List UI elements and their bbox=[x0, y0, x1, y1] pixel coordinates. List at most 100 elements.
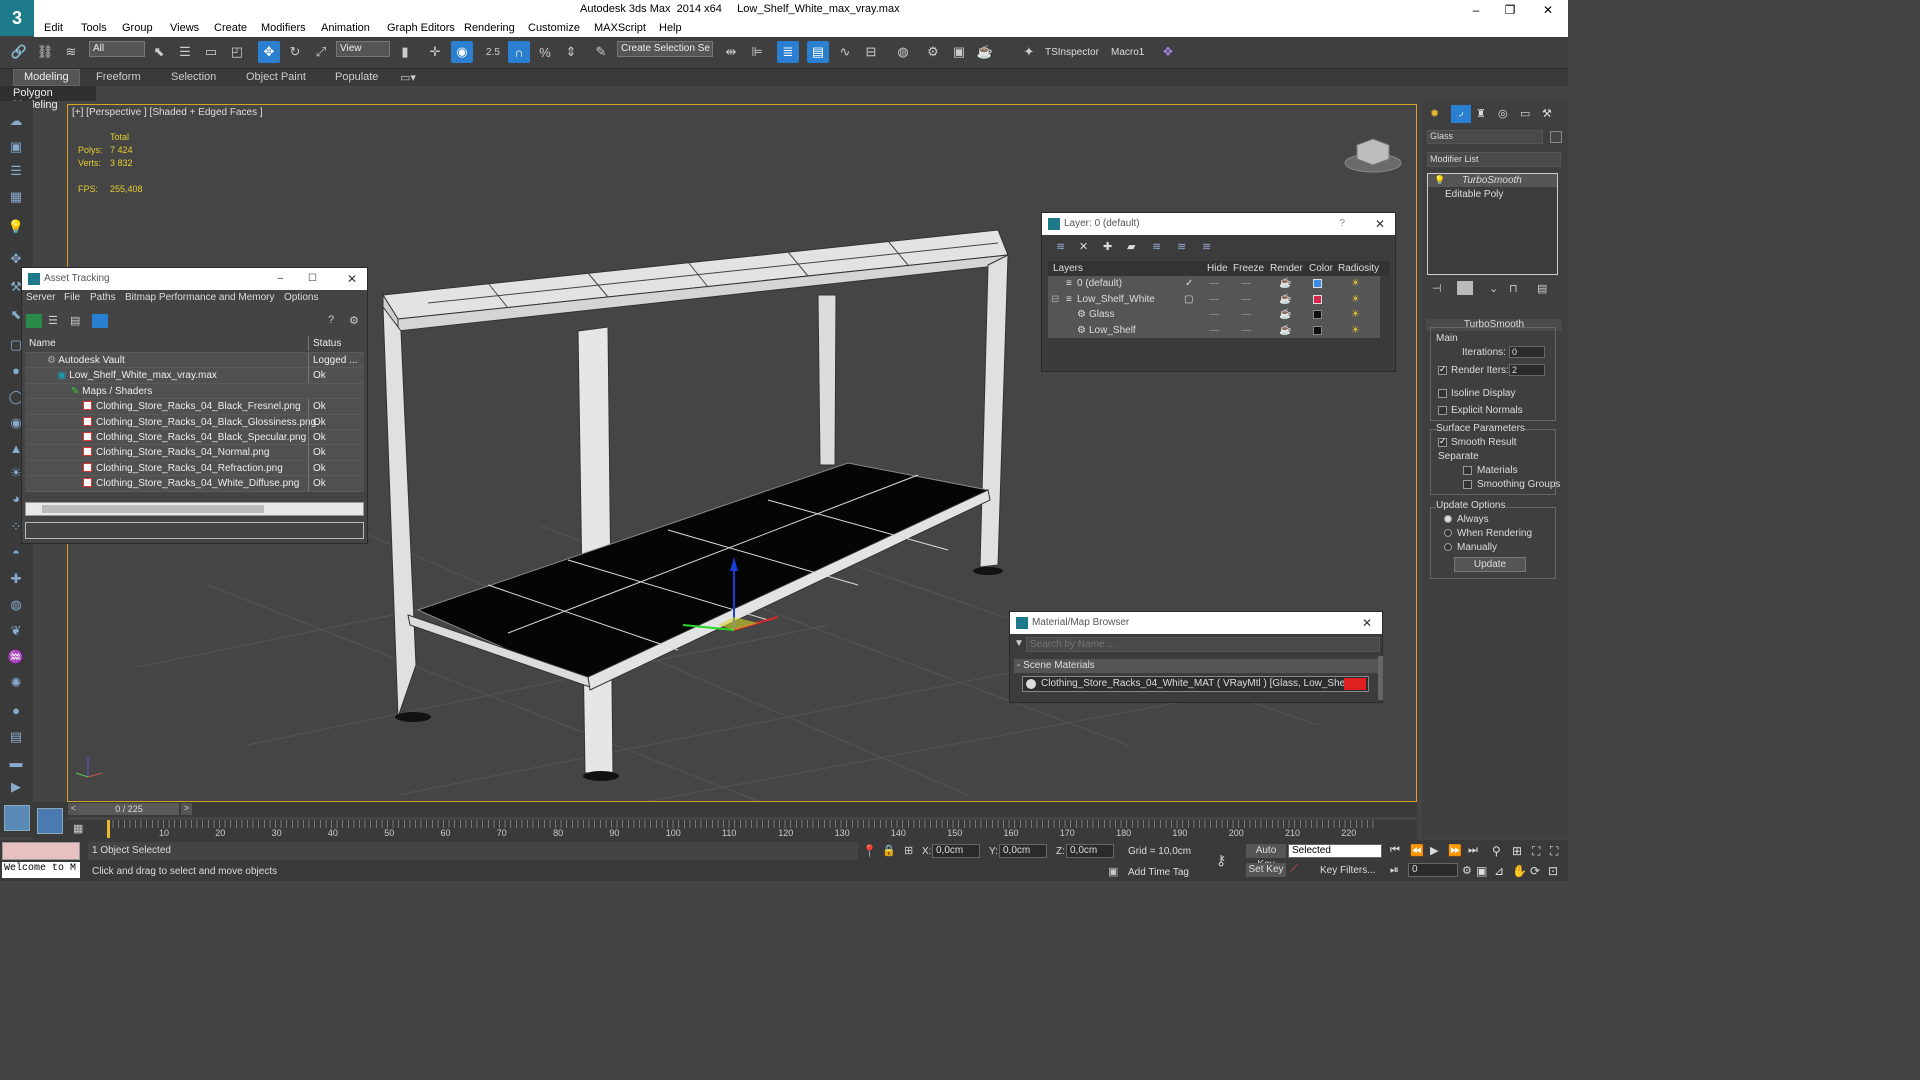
schematic-view-icon[interactable]: ⊟ bbox=[860, 41, 882, 63]
menu-rendering[interactable]: Rendering bbox=[464, 22, 515, 34]
rect-selection-icon[interactable]: ▭ bbox=[200, 41, 222, 63]
maximize-button[interactable]: ❐ bbox=[1492, 0, 1528, 20]
menu-tools[interactable]: Tools bbox=[81, 22, 107, 34]
go-to-end-icon[interactable]: ⏭ bbox=[1468, 844, 1478, 857]
material-item[interactable]: Clothing_Store_Racks_04_White_MAT ( VRay… bbox=[1022, 676, 1369, 692]
current-frame-field[interactable]: 0 bbox=[1408, 863, 1458, 877]
asset-row[interactable]: Clothing_Store_Racks_04_Black_Fresnel.pn… bbox=[25, 399, 364, 415]
col-hide[interactable]: Hide bbox=[1207, 261, 1228, 276]
track-bar-menu-icon[interactable]: ▦ bbox=[73, 822, 83, 835]
tool-bone-icon[interactable]: ✚ bbox=[6, 571, 26, 589]
smoothing-groups-checkbox[interactable] bbox=[1463, 480, 1472, 489]
make-unique-icon[interactable]: ⌄ bbox=[1489, 282, 1498, 295]
radiosity-icon[interactable]: ☀ bbox=[1351, 276, 1360, 291]
current-layer-box-icon[interactable]: ▢ bbox=[1184, 292, 1193, 307]
collapse-icon[interactable]: ⊟ bbox=[1051, 292, 1059, 307]
tool-camera-icon[interactable]: ▬ bbox=[6, 755, 26, 773]
layer-row[interactable]: ⚙ Low_Shelf — — ☕ ☀ bbox=[1048, 323, 1380, 339]
time-tag-icon[interactable]: ▣ bbox=[1108, 865, 1118, 878]
menu-edit[interactable]: Edit bbox=[44, 22, 63, 34]
unlink-icon[interactable]: ⛓ bbox=[34, 41, 56, 63]
at-maximize-button[interactable]: ☐ bbox=[308, 268, 317, 290]
zoom-region-icon[interactable]: ▣ bbox=[1476, 864, 1487, 878]
track-bar[interactable]: ▦ 10 20 30 40 50 60 70 80 90 100 110 120 130 140 150 16… bbox=[67, 820, 1417, 840]
browser-scrollbar[interactable] bbox=[1378, 656, 1383, 700]
maximize-viewport-icon[interactable]: ⊡ bbox=[1548, 864, 1558, 878]
manually-radio[interactable] bbox=[1444, 543, 1452, 551]
previous-frame-icon[interactable]: ⏪ bbox=[1410, 844, 1424, 857]
tool-leaf-icon[interactable]: ❦ bbox=[6, 623, 26, 641]
orbit-icon[interactable]: ⟳ bbox=[1530, 864, 1540, 878]
stack-item-editable-poly[interactable]: Editable Poly bbox=[1428, 188, 1557, 201]
modify-tab-icon[interactable]: ◞ bbox=[1451, 105, 1471, 123]
col-freeze[interactable]: Freeze bbox=[1233, 261, 1264, 276]
pan-icon[interactable]: ✋ bbox=[1512, 864, 1527, 878]
maxscript-listener-input[interactable]: Welcome to M bbox=[2, 862, 80, 878]
col-radiosity[interactable]: Radiosity bbox=[1338, 261, 1379, 276]
display-tab-icon[interactable]: ▭ bbox=[1520, 107, 1530, 120]
asset-row[interactable]: ▣ Low_Shelf_White_max_vray.max Ok bbox=[25, 368, 364, 384]
freeze-toggle[interactable]: — bbox=[1241, 323, 1251, 338]
ribbon-options-icon[interactable]: ▭▾ bbox=[400, 71, 416, 84]
selection-filter-dropdown[interactable]: All bbox=[89, 41, 145, 57]
modifier-list-dropdown[interactable]: Modifier List bbox=[1427, 152, 1561, 167]
menu-animation[interactable]: Animation bbox=[321, 22, 370, 34]
named-selection-dropdown[interactable]: Create Selection Se bbox=[617, 41, 713, 57]
menu-create[interactable]: Create bbox=[214, 22, 247, 34]
mini-curve-editor-icon[interactable] bbox=[37, 808, 63, 834]
set-key-icon[interactable]: ⚷ bbox=[1216, 852, 1226, 869]
col-layers[interactable]: Layers bbox=[1053, 261, 1083, 276]
hide-toggle[interactable]: — bbox=[1209, 307, 1219, 322]
at-minimize-button[interactable]: – bbox=[277, 268, 283, 290]
hierarchy-tab-icon[interactable]: ♜ bbox=[1476, 107, 1486, 120]
spinner-snap-icon[interactable]: ⇕ bbox=[560, 41, 582, 63]
render-teapot-icon[interactable]: ☕ bbox=[1279, 307, 1291, 322]
next-frame-button-icon[interactable]: ⏩ bbox=[1448, 844, 1462, 857]
select-rotate-icon[interactable]: ↻ bbox=[284, 41, 306, 63]
at-menu-file[interactable]: File bbox=[64, 292, 80, 303]
layer-color-swatch[interactable] bbox=[1313, 310, 1322, 319]
menu-graph-editors[interactable]: Graph Editors bbox=[387, 22, 455, 34]
add-time-tag-label[interactable]: Add Time Tag bbox=[1128, 867, 1189, 878]
layer-color-swatch[interactable] bbox=[1313, 279, 1322, 288]
when-rendering-radio[interactable] bbox=[1444, 529, 1452, 537]
configure-sets-icon[interactable]: ▤ bbox=[1537, 282, 1547, 295]
layer-manager-icon[interactable]: ≣ bbox=[777, 41, 799, 63]
prev-frame-icon[interactable]: < bbox=[68, 803, 79, 815]
key-mode-dropdown[interactable]: Selected bbox=[1288, 844, 1382, 858]
menu-maxscript[interactable]: MAXScript bbox=[594, 22, 646, 34]
isolate-selection-icon[interactable]: 📍 bbox=[862, 844, 877, 858]
select-by-name-icon[interactable]: ☰ bbox=[174, 41, 196, 63]
current-layer-check-icon[interactable]: ✓ bbox=[1185, 276, 1193, 291]
tool-render-icon[interactable]: ▣ bbox=[6, 139, 26, 157]
col-name[interactable]: Name bbox=[29, 336, 56, 351]
tool-expand-icon[interactable] bbox=[10, 789, 26, 805]
menu-views[interactable]: Views bbox=[170, 22, 199, 34]
hide-toggle[interactable]: — bbox=[1209, 276, 1219, 291]
y-coord-field[interactable]: 0,0cm bbox=[999, 844, 1047, 858]
play-icon[interactable]: ▶ bbox=[1430, 844, 1438, 857]
pin-stack-icon[interactable]: ⊣ bbox=[1432, 282, 1442, 295]
at-close-button[interactable]: ✕ bbox=[347, 268, 357, 290]
set-key-button[interactable]: Set Key bbox=[1246, 863, 1286, 877]
browser-options-icon[interactable]: ▼ bbox=[1014, 638, 1024, 649]
material-search-input[interactable] bbox=[1026, 637, 1380, 652]
fov-icon[interactable]: ⊿ bbox=[1494, 864, 1504, 878]
minimize-button[interactable]: – bbox=[1458, 0, 1494, 20]
mini-listener-icon[interactable] bbox=[4, 805, 30, 831]
create-tab-icon[interactable]: ✹ bbox=[1430, 107, 1439, 120]
highlight-layer-icon[interactable]: ≋ bbox=[1152, 240, 1161, 253]
menu-modifiers[interactable]: Modifiers bbox=[261, 22, 306, 34]
x-coord-field[interactable]: 0,0cm bbox=[932, 844, 980, 858]
tool-list-icon[interactable]: ☰ bbox=[6, 163, 26, 181]
ref-coord-dropdown[interactable]: View bbox=[336, 41, 390, 57]
hide-toggle[interactable]: — bbox=[1209, 323, 1219, 338]
tool-hair-icon[interactable]: ♒ bbox=[6, 649, 26, 667]
layer-color-swatch[interactable] bbox=[1313, 325, 1322, 335]
stack-item-turbosmooth[interactable]: TurboSmooth bbox=[1428, 174, 1557, 187]
time-slider[interactable]: < 0 / 225 > bbox=[67, 802, 1417, 817]
layer-row[interactable]: ⊟ ≡ Low_Shelf_White ▢ — — ☕ ☀ bbox=[1048, 292, 1380, 308]
rendered-frame-icon[interactable]: ▣ bbox=[948, 41, 970, 63]
selection-lock-icon[interactable]: 🔒 bbox=[882, 844, 896, 857]
layer-row[interactable]: ⚙ Glass — — ☕ ☀ bbox=[1048, 307, 1380, 323]
